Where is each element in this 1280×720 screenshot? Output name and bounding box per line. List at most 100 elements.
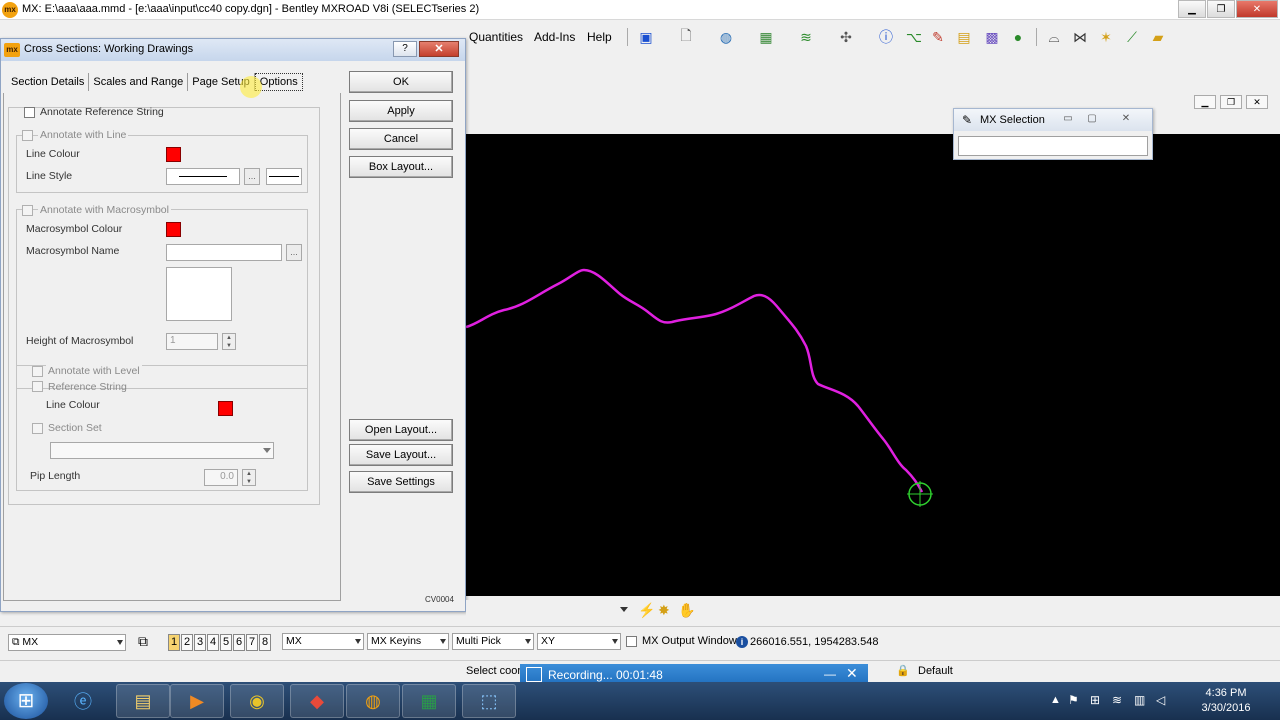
tray-volume-icon[interactable]: ◁ bbox=[1156, 693, 1165, 707]
pen-icon[interactable]: ⚡ bbox=[638, 602, 655, 619]
menu-quantities[interactable]: Quantities bbox=[469, 30, 523, 44]
tray-windows-icon[interactable]: ⊞ bbox=[1090, 693, 1100, 707]
edit-icon[interactable]: ✎ bbox=[928, 28, 948, 46]
view-button-4[interactable]: 4 bbox=[207, 634, 219, 651]
minimize-button[interactable]: ▁ bbox=[1178, 0, 1206, 18]
road-icon[interactable]: ⟋ bbox=[1122, 28, 1142, 46]
image-icon[interactable]: ▦ bbox=[756, 28, 776, 46]
view-button-6[interactable]: 6 bbox=[233, 634, 245, 651]
screen-recorder-icon[interactable]: ⬚ bbox=[462, 684, 516, 718]
height-spinner[interactable]: ▲ ▼ bbox=[222, 333, 236, 350]
macrosymbol-colour-swatch[interactable] bbox=[166, 222, 181, 237]
view-window-icon[interactable]: ▣ bbox=[636, 28, 656, 46]
save-layout-button[interactable]: Save Layout... bbox=[349, 444, 453, 466]
new-file-icon[interactable]: 🗋 bbox=[676, 27, 696, 46]
merge-icon[interactable]: ⋈ bbox=[1070, 28, 1090, 46]
globe-icon[interactable]: ◍ bbox=[716, 28, 736, 46]
macrosymbol-name-field[interactable] bbox=[166, 244, 282, 261]
tab-section-details[interactable]: Section Details bbox=[7, 73, 90, 91]
pip-length-spinner[interactable]: ▲ ▼ bbox=[242, 469, 256, 486]
view-button-8[interactable]: 8 bbox=[259, 634, 271, 651]
line-colour-swatch[interactable] bbox=[166, 147, 181, 162]
height-of-macrosymbol-field[interactable]: 1 bbox=[166, 333, 218, 350]
mx-keyins-dropdown[interactable]: MX Keyins bbox=[367, 633, 449, 650]
dialog-help-button[interactable]: ? bbox=[393, 41, 417, 57]
view-button-1[interactable]: 1 bbox=[168, 634, 180, 651]
layers-icon[interactable]: ≋ bbox=[796, 28, 816, 46]
internet-explorer-icon[interactable]: ⓔ bbox=[56, 684, 110, 718]
view-button-2[interactable]: 2 bbox=[181, 634, 193, 651]
line-style-browse-button[interactable]: ... bbox=[244, 168, 260, 185]
mx-output-window-checkbox[interactable] bbox=[626, 636, 637, 647]
mx-selection-restore-button[interactable]: ▢ bbox=[1082, 112, 1102, 126]
menu-addins[interactable]: Add-Ins bbox=[534, 30, 575, 44]
save-settings-button[interactable]: Save Settings bbox=[349, 471, 453, 493]
tray-flag-icon[interactable]: ⚑ bbox=[1068, 693, 1079, 707]
macrosymbol-browse-button[interactable]: ... bbox=[286, 244, 302, 261]
ok-button[interactable]: OK bbox=[349, 71, 453, 93]
wand-icon[interactable]: ✸ bbox=[658, 602, 670, 619]
view-close-button[interactable]: ✕ bbox=[1246, 95, 1268, 109]
tray-chevron-icon[interactable]: ▲ bbox=[1050, 694, 1061, 706]
mx-selection-minimize-button[interactable]: ▭ bbox=[1058, 112, 1078, 126]
mx-selection-close-button[interactable]: ✕ bbox=[1116, 112, 1136, 126]
cancel-button[interactable]: Cancel bbox=[349, 128, 453, 150]
mx-combo[interactable]: ⧉ MX bbox=[8, 634, 126, 651]
apply-button[interactable]: Apply bbox=[349, 100, 453, 122]
star-icon[interactable]: ✶ bbox=[1096, 28, 1116, 46]
annotate-with-line-checkbox[interactable] bbox=[22, 130, 33, 141]
close-window-button[interactable]: ✕ bbox=[1236, 0, 1278, 18]
info-icon[interactable]: ⓘ bbox=[876, 28, 896, 46]
mxroad-icon[interactable]: ◍ bbox=[346, 684, 400, 718]
start-button-icon[interactable]: ⊞ bbox=[4, 683, 48, 719]
folder-icon[interactable]: ▰ bbox=[1148, 28, 1168, 46]
view-button-7[interactable]: 7 bbox=[246, 634, 258, 651]
annotate-with-level-checkbox[interactable] bbox=[32, 366, 43, 377]
views-icon[interactable]: ⧉ bbox=[138, 633, 148, 650]
design-app-icon[interactable]: ◆ bbox=[290, 684, 344, 718]
view-minimize-button[interactable]: ▁ bbox=[1194, 95, 1216, 109]
xy-dropdown[interactable]: XY bbox=[537, 633, 621, 650]
multi-pick-dropdown[interactable]: Multi Pick bbox=[452, 633, 534, 650]
chrome-icon[interactable]: ◉ bbox=[230, 684, 284, 718]
excel-icon[interactable]: ▦ bbox=[402, 684, 456, 718]
tree-icon[interactable]: ⌥ bbox=[904, 28, 924, 46]
menu-help[interactable]: Help bbox=[587, 30, 612, 44]
tab-scales-and-range[interactable]: Scales and Range bbox=[89, 73, 189, 91]
recording-close-button[interactable]: ✕ bbox=[846, 665, 858, 682]
annotate-reference-string-checkbox[interactable] bbox=[24, 107, 35, 118]
command-dropdown-arrow[interactable] bbox=[620, 607, 628, 612]
level-line-colour-swatch[interactable] bbox=[218, 401, 233, 416]
media-player-icon[interactable]: ▶ bbox=[170, 684, 224, 718]
pip-length-field[interactable]: 0.0 bbox=[204, 469, 238, 486]
dialog-close-button[interactable]: ✕ bbox=[419, 41, 459, 57]
file-explorer-icon[interactable]: ▤ bbox=[116, 684, 170, 718]
clock[interactable]: 4:36 PM 3/30/2016 bbox=[1184, 686, 1268, 716]
pin-icon[interactable]: ✎ bbox=[962, 113, 972, 127]
tools-icon[interactable]: ✣ bbox=[836, 28, 856, 46]
mx-combo-icon: ⧉ bbox=[12, 636, 23, 648]
view-button-5[interactable]: 5 bbox=[220, 634, 232, 651]
alignment-string[interactable] bbox=[465, 268, 924, 493]
go-icon[interactable]: ● bbox=[1008, 28, 1028, 46]
section-set-checkbox[interactable] bbox=[32, 423, 43, 434]
annotate-with-macrosymbol-checkbox[interactable] bbox=[22, 205, 33, 216]
bridge-icon[interactable]: ⌓ bbox=[1044, 28, 1064, 46]
box-layout-button[interactable]: Box Layout... bbox=[349, 156, 453, 178]
view-button-3[interactable]: 3 bbox=[194, 634, 206, 651]
drawing-viewport[interactable] bbox=[465, 134, 1280, 596]
tab-options[interactable]: Options bbox=[254, 73, 303, 91]
search-folder-icon[interactable]: ▤ bbox=[954, 28, 974, 46]
tray-wifi-icon[interactable]: ≋ bbox=[1112, 693, 1122, 707]
maximize-button[interactable]: ❐ bbox=[1207, 0, 1235, 18]
reference-string-checkbox[interactable] bbox=[32, 381, 43, 392]
grid-icon[interactable]: ▩ bbox=[982, 28, 1002, 46]
view-restore-button[interactable]: ❐ bbox=[1220, 95, 1242, 109]
open-layout-button[interactable]: Open Layout... bbox=[349, 419, 453, 441]
tray-network-icon[interactable]: ▥ bbox=[1134, 693, 1145, 707]
section-set-dropdown[interactable] bbox=[50, 442, 274, 459]
line-style-field[interactable] bbox=[166, 168, 240, 185]
hand-icon[interactable]: ✋ bbox=[678, 602, 695, 619]
recording-minimize-button[interactable]: — bbox=[824, 667, 836, 681]
mx-box-dropdown[interactable]: MX bbox=[282, 633, 364, 650]
